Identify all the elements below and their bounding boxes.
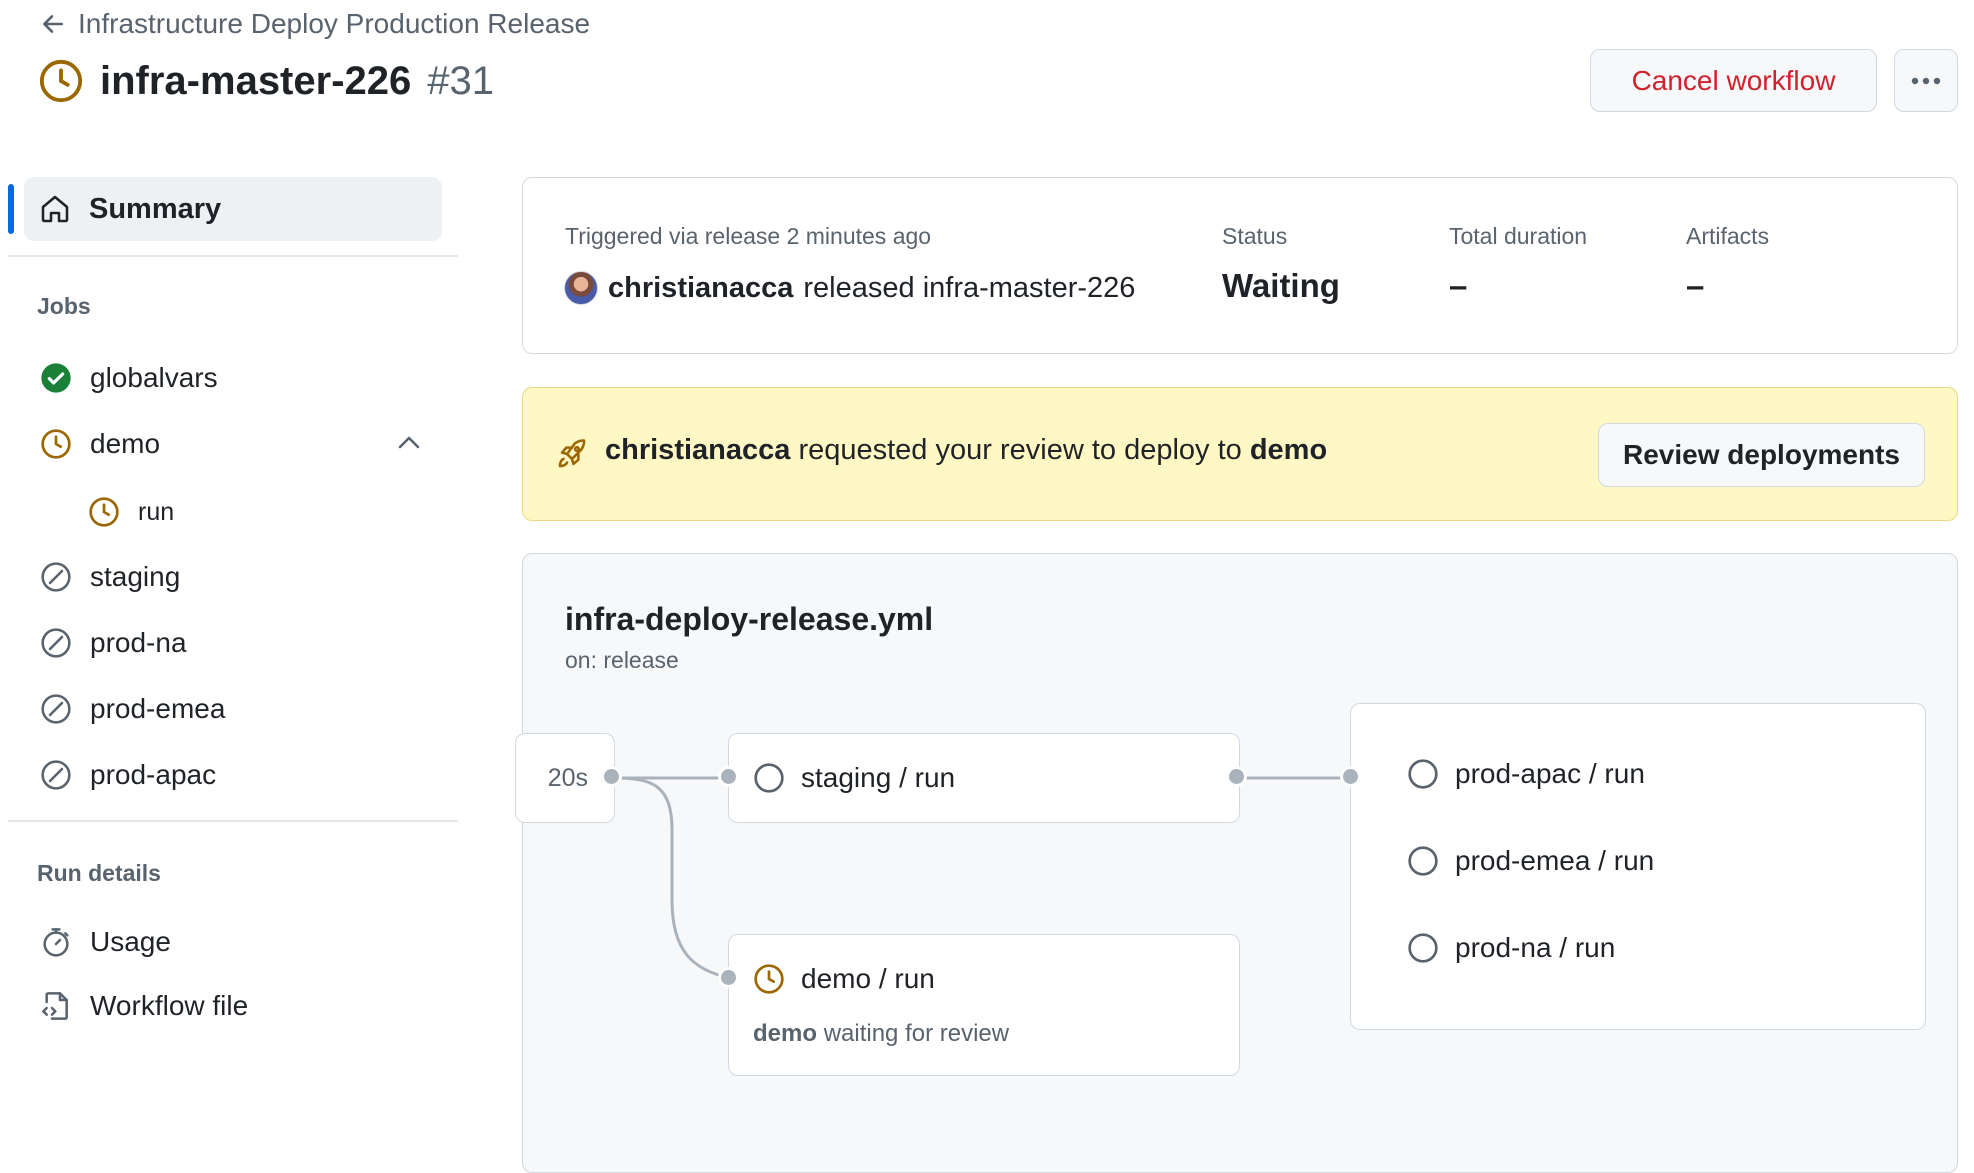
node-label: demo / run xyxy=(801,963,935,994)
sidebar-item-usage[interactable]: Usage xyxy=(40,922,171,962)
review-text: requested your review to deploy to xyxy=(798,434,1242,466)
file-code-icon xyxy=(42,992,68,1020)
connector-dot xyxy=(718,766,739,787)
skip-icon xyxy=(41,694,71,724)
job-label: run xyxy=(138,497,175,526)
home-icon xyxy=(41,195,69,223)
sidebar-item-prod-na[interactable]: prod-na xyxy=(40,623,187,663)
status-label: Status xyxy=(1222,223,1288,249)
node-label: prod-emea / run xyxy=(1455,845,1655,876)
node-duration: 20s xyxy=(547,763,588,792)
demo-status-text: waiting for review xyxy=(823,1020,1010,1047)
skip-icon xyxy=(41,562,71,592)
circle-icon xyxy=(754,763,784,793)
node-label: prod-apac / run xyxy=(1455,758,1645,789)
prod-emea-job[interactable]: prod-emea / run xyxy=(1407,845,1654,877)
more-options-button[interactable] xyxy=(1894,49,1958,112)
sidebar-divider xyxy=(8,820,458,822)
sidebar-item-globalvars[interactable]: globalvars xyxy=(40,358,218,398)
clock-icon xyxy=(754,964,784,994)
active-indicator xyxy=(8,184,14,234)
connector-dot xyxy=(718,967,739,988)
workflow-file-label: Workflow file xyxy=(90,990,249,1021)
connector-dot xyxy=(1226,766,1247,787)
sidebar-divider xyxy=(8,255,458,257)
job-label: staging xyxy=(90,561,181,592)
user-link[interactable]: christianacca xyxy=(608,272,793,305)
workflow-file-name[interactable]: infra-deploy-release.yml xyxy=(565,601,933,638)
review-environment: demo xyxy=(1249,434,1328,466)
demo-env: demo xyxy=(753,1020,818,1047)
usage-label: Usage xyxy=(90,926,171,957)
artifacts-value: – xyxy=(1686,267,1705,304)
sidebar-item-demo[interactable]: demo xyxy=(40,424,160,464)
connector-dot xyxy=(1340,766,1361,787)
clock-icon xyxy=(39,59,83,103)
release-text: released infra-master-226 xyxy=(803,271,1136,304)
job-label: demo xyxy=(90,428,161,459)
review-deployments-button[interactable]: Review deployments xyxy=(1598,423,1925,487)
run-title-row: infra-master-226 #31 xyxy=(38,52,494,110)
job-label: prod-apac xyxy=(90,759,217,790)
review-message: christianacca requested your review to d… xyxy=(605,434,1327,467)
run-summary-card xyxy=(522,177,1958,354)
duration-value: – xyxy=(1449,267,1468,304)
prod-na-job[interactable]: prod-na / run xyxy=(1407,932,1615,964)
workflow-trigger: on: release xyxy=(565,647,679,673)
sidebar-item-prod-emea[interactable]: prod-emea xyxy=(40,689,225,729)
job-label: prod-emea xyxy=(90,693,226,724)
node-label: staging / run xyxy=(801,762,956,793)
sidebar-item-workflow-file[interactable]: Workflow file xyxy=(40,986,248,1026)
clock-icon xyxy=(89,497,119,527)
sidebar-item-label: Summary xyxy=(89,192,222,225)
review-user[interactable]: christianacca xyxy=(605,434,790,466)
check-circle-fill-icon xyxy=(41,363,71,393)
sidebar-item-prod-apac[interactable]: prod-apac xyxy=(40,755,216,795)
jobs-heading: Jobs xyxy=(37,293,91,319)
demo-status-line: demo waiting for review xyxy=(753,1020,1009,1048)
circle-icon xyxy=(1408,846,1438,876)
status-value: Waiting xyxy=(1222,267,1340,304)
connector-dot xyxy=(601,766,622,787)
kebab-horizontal-icon xyxy=(1911,77,1941,84)
job-label: globalvars xyxy=(90,362,218,393)
rocket-icon xyxy=(558,439,586,468)
prod-jobs-group: prod-apac / run prod-emea / run prod-na … xyxy=(1350,703,1926,1030)
back-link-label: Infrastructure Deploy Production Release xyxy=(78,8,591,39)
back-link[interactable]: Infrastructure Deploy Production Release xyxy=(40,4,590,44)
staging-node[interactable]: staging / run xyxy=(728,733,1240,823)
skip-icon xyxy=(41,760,71,790)
artifacts-label: Artifacts xyxy=(1686,223,1770,249)
arrow-left-icon xyxy=(43,15,63,33)
run-details-heading: Run details xyxy=(37,860,161,886)
circle-icon xyxy=(1408,759,1438,789)
prod-apac-job[interactable]: prod-apac / run xyxy=(1407,758,1645,790)
clock-icon xyxy=(41,429,71,459)
globalvars-node[interactable]: 20s xyxy=(515,733,615,823)
sidebar-item-summary[interactable]: Summary xyxy=(24,177,442,241)
page-title: infra-master-226 xyxy=(100,58,412,103)
run-number: #31 xyxy=(427,58,494,103)
circle-icon xyxy=(1408,933,1438,963)
skip-icon xyxy=(41,628,71,658)
duration-label: Total duration xyxy=(1449,223,1588,249)
sidebar-item-demo-run[interactable]: run xyxy=(88,492,174,532)
demo-node[interactable]: demo / run demo waiting for review xyxy=(728,934,1240,1076)
avatar[interactable] xyxy=(564,271,598,305)
stopwatch-icon xyxy=(43,928,69,957)
sidebar-item-staging[interactable]: staging xyxy=(40,557,180,597)
chevron-up-icon[interactable] xyxy=(396,432,422,454)
trigger-text: Triggered via release 2 minutes ago xyxy=(565,223,932,249)
release-info: christianacca released infra-master-226 xyxy=(564,268,1135,308)
job-label: prod-na xyxy=(90,627,187,658)
node-label: prod-na / run xyxy=(1455,932,1616,963)
cancel-workflow-button[interactable]: Cancel workflow xyxy=(1590,49,1877,112)
